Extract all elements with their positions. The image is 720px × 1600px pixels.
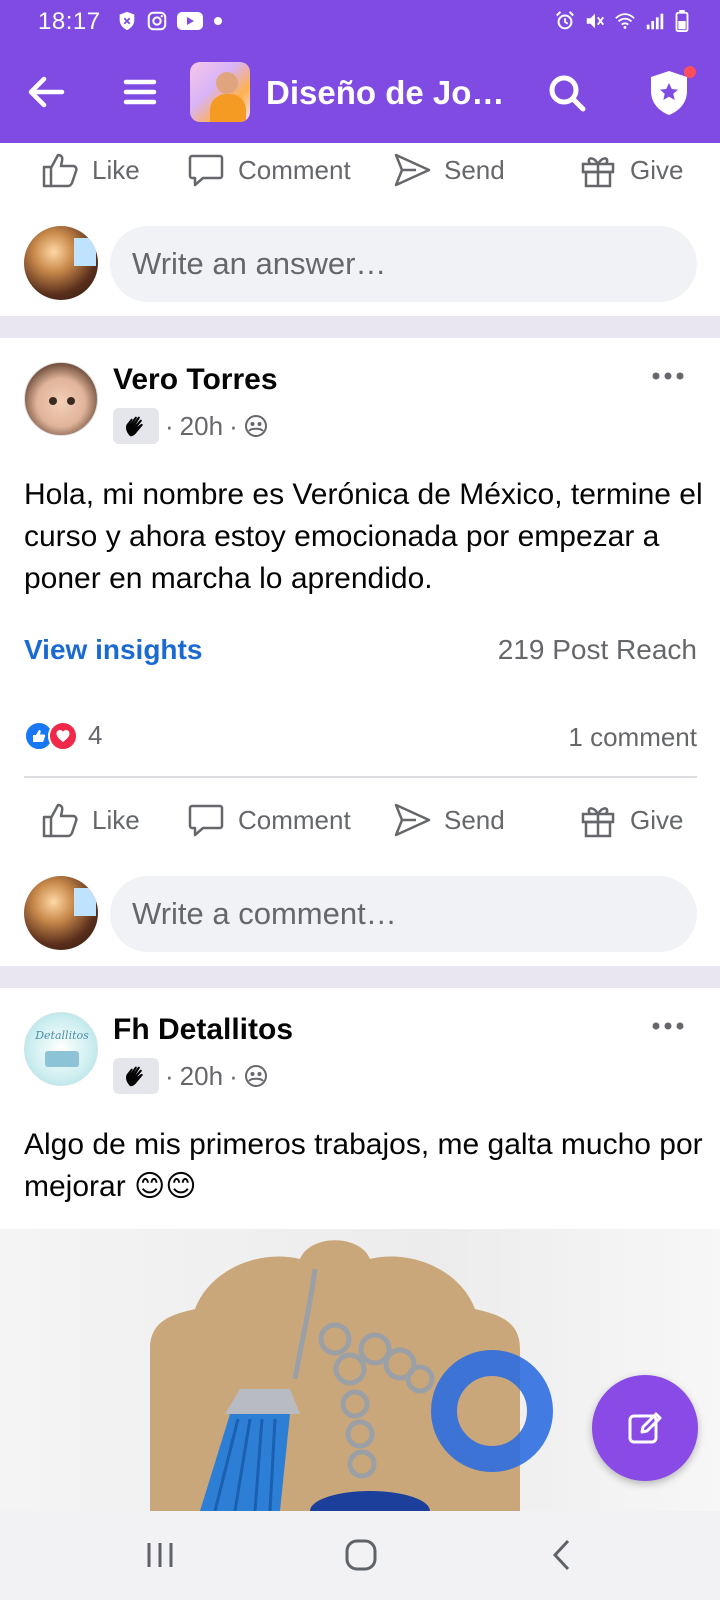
group-title[interactable]: Diseño de Joy… [266,74,516,112]
compose-post-button[interactable] [592,1375,698,1481]
post-meta: · 20h · [113,1058,268,1094]
top-app-bar: 18:17 Diseño de Joy… [0,0,720,143]
send-button[interactable]: Send [392,790,505,850]
recents-icon[interactable] [140,1535,180,1575]
comment-count[interactable]: 1 comment [568,722,697,753]
prev-post-actions: Like Comment Send Give [0,140,720,200]
post-reach: 219 Post Reach [497,634,697,665]
feed-divider [0,316,720,338]
youtube-icon [177,12,203,30]
send-icon [394,153,431,187]
thumbs-up-icon [42,153,78,188]
comment-button[interactable]: Comment [186,790,351,850]
current-user-avatar[interactable] [24,226,98,300]
group-cover-thumbnail[interactable] [190,62,250,122]
more-options-icon[interactable] [648,1016,688,1036]
gift-icon [581,807,615,838]
status-time: 18:17 [38,8,101,35]
like-button[interactable]: Like [40,140,140,200]
post-actions: Like Comment Send Give [0,790,720,850]
post-time[interactable]: 20h [180,411,223,442]
post-meta: · 20h · [113,408,268,444]
send-button[interactable]: Send [392,140,505,200]
give-button[interactable]: Give [578,140,683,200]
current-user-avatar[interactable] [24,876,98,950]
answer-input[interactable]: Write an answer… [110,226,697,302]
signal-icon [646,13,664,30]
post-body: Hola, mi nombre es Verónica de México, t… [24,478,703,595]
post-author[interactable]: Vero Torres [113,363,278,397]
waving-hand-icon [126,416,143,437]
comment-button[interactable]: Comment [186,140,351,200]
reactions-summary[interactable]: 4 [24,720,102,751]
new-member-badge[interactable] [113,1058,159,1094]
more-options-icon[interactable] [648,366,688,386]
search-icon[interactable] [546,72,588,114]
instagram-icon [147,11,167,31]
post-time[interactable]: 20h [180,1061,223,1092]
view-insights-link[interactable]: View insights [24,634,202,666]
post-body: Algo de mis primeros trabajos, me galta … [24,1128,703,1203]
hamburger-icon[interactable] [120,72,160,112]
dot-icon [214,17,222,25]
prev-answer-row: Write an answer… [0,222,720,302]
shield-notification-icon [119,11,135,31]
system-nav-bar [0,1511,720,1600]
battery-icon [675,10,689,32]
status-left-icons [116,10,224,32]
author-avatar[interactable] [24,362,98,436]
group-privacy-icon [244,1065,267,1087]
alarm-icon [556,11,574,30]
reaction-count: 4 [88,720,103,750]
mute-icon [586,13,604,29]
send-icon [394,803,431,837]
comment-row: Write a comment… [0,872,720,952]
like-button[interactable]: Like [40,790,140,850]
status-bar: 18:17 [0,0,720,44]
notification-dot [684,66,696,78]
group-privacy-icon [244,415,267,437]
status-right-icons [554,10,690,32]
new-member-badge[interactable] [113,408,159,444]
home-icon[interactable] [341,1535,381,1575]
comment-input[interactable]: Write a comment… [110,876,697,952]
author-avatar[interactable]: Detallitos [24,1012,98,1086]
comment-bubble-icon [188,804,224,837]
give-button[interactable]: Give [578,790,683,850]
wifi-icon [615,13,635,29]
thumbs-up-icon [42,803,78,838]
post-divider [24,776,697,778]
gift-icon [581,157,615,188]
comment-bubble-icon [188,154,224,187]
back-icon[interactable] [543,1535,583,1575]
group-header: Diseño de Joy… [0,50,720,140]
arrow-left-icon[interactable] [24,70,68,114]
waving-hand-icon [126,1066,143,1087]
post-author[interactable]: Fh Detallitos [113,1013,293,1047]
feed-divider [0,966,720,988]
edit-icon [628,1412,662,1444]
love-reaction-icon [48,720,78,751]
